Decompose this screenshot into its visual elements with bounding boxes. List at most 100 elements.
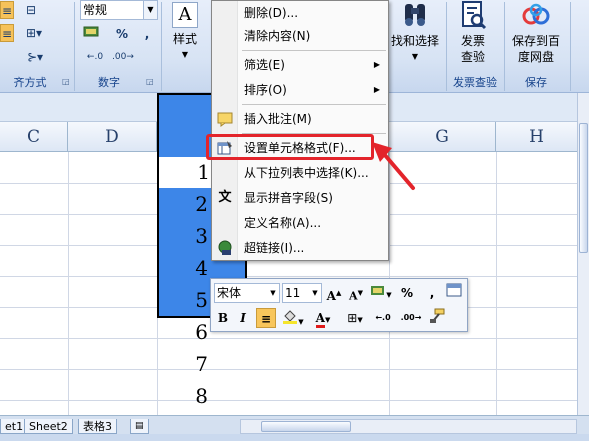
menu-item-delete[interactable]: 删除(D)... [212,2,388,24]
format-painter-icon[interactable] [427,308,447,328]
vertical-scrollbar[interactable] [577,93,589,415]
scroll-thumb[interactable] [579,123,588,253]
decimal-increase-icon[interactable]: ←.0 [371,308,395,328]
scroll-thumb[interactable] [261,421,351,432]
context-menu: 删除(D)... 清除内容(N) 筛选(E) ▶ 排序(O) ▶ 插入批注(M) 设… [211,0,389,261]
save-group-label: 保存 [525,76,547,89]
comment-icon [217,111,233,127]
find-select-button[interactable]: 找和选择 ▼ [388,0,442,65]
chevron-down-icon[interactable]: ▼ [143,1,157,19]
menu-item-label: 显示拼音字段(S) [244,191,333,205]
align-right-button[interactable]: ≡ [0,24,14,42]
grid-line [0,338,577,339]
cell-e6[interactable]: 6 [160,317,210,348]
group-separator [504,2,505,91]
percent-button[interactable]: % [399,283,415,303]
status-bar [0,434,589,441]
menu-item-show-phonetic[interactable]: 文 显示拼音字段(S) [212,187,388,209]
orientation-icon[interactable]: ⊱▾ [22,48,48,66]
menu-item-label: 定义名称(A)... [244,216,322,230]
menu-item-pick-from-list[interactable]: 从下拉列表中选择(K)... [212,162,388,184]
grid-line [0,276,577,277]
align-icon[interactable]: ⊟ [22,1,40,19]
font-size-combo[interactable]: 11 ▼ [282,283,322,303]
decimal-decrease-icon[interactable]: .00→ [399,308,423,328]
menu-item-filter[interactable]: 筛选(E) ▶ [212,54,388,76]
menu-item-label: 排序(O) [244,83,287,97]
bold-button[interactable]: B [214,308,232,328]
submenu-arrow-icon: ▶ [373,60,380,69]
menu-item-label: 从下拉列表中选择(K)... [244,166,369,180]
align-left-button[interactable]: ≡ [0,1,14,19]
invoice-check-label-line2: 查验 [460,50,485,64]
font-color-icon[interactable]: A▼ [310,308,336,328]
cell-e2[interactable]: 2 [160,189,210,220]
cell-e5[interactable]: 5 [160,285,210,316]
find-select-label: 找和选择 [390,34,439,48]
font-name-combo[interactable]: 宋体 ▼ [214,283,280,303]
annotation-arrow-icon [372,142,415,190]
fill-color-icon[interactable]: ▼ [280,308,306,328]
menu-item-sort[interactable]: 排序(O) ▶ [212,79,388,101]
cell-e4[interactable]: 4 [160,253,210,284]
phonetic-icon: 文 [218,190,232,205]
comma-button[interactable]: , [425,283,439,303]
increase-font-icon[interactable]: A▲ [324,283,344,303]
column-header-d[interactable]: D [68,122,157,152]
grid-line [0,400,577,401]
number-launcher-icon[interactable]: ◲ [146,77,155,86]
format-painter-grid-icon[interactable] [445,283,463,303]
insert-sheet-icon[interactable]: ▤ [130,419,149,434]
percent-button[interactable]: % [114,25,130,43]
menu-item-label: 超链接(I)... [244,241,305,255]
column-header-c[interactable]: C [0,122,68,152]
menu-item-label: 筛选(E) [244,58,285,72]
group-separator [570,2,571,91]
menu-separator [242,50,386,51]
merge-icon[interactable]: ⊞▾ [22,24,46,42]
mini-toolbar: 宋体 ▼ 11 ▼ A▲ A▼ ▼ % , B I ≡ ▼ A▼ ⊞▼ ←.0 … [210,278,468,332]
cell-e3[interactable]: 3 [160,221,210,252]
italic-button[interactable]: I [234,308,252,328]
menu-item-insert-comment[interactable]: 插入批注(M) [212,108,388,130]
decimal-decrease-icon[interactable]: .00→ [112,48,134,66]
alignment-launcher-icon[interactable]: ◲ [62,77,71,86]
sheet-tab-3[interactable]: 表格3 [78,419,117,434]
menu-separator [242,104,386,105]
decrease-font-icon[interactable]: A▼ [346,283,366,303]
currency-icon[interactable]: ▼ [368,283,394,303]
invoice-check-button[interactable]: 发票 查验 [450,0,496,65]
chevron-down-icon[interactable]: ▼ [309,284,321,302]
styles-button[interactable]: A 样式 ▼ [165,0,205,63]
horizontal-scrollbar[interactable] [240,419,577,434]
save-baidu-button[interactable]: 保存到百 度网盘 [506,0,566,65]
number-format-combo[interactable]: 常规 ▼ [80,0,158,20]
menu-item-define-name[interactable]: 定义名称(A)... [212,212,388,234]
alignment-group-label: 齐方式 [13,76,47,89]
group-separator [74,2,75,91]
invoice-search-icon [458,0,488,30]
column-header-h[interactable]: H [496,122,577,152]
align-center-button[interactable]: ≡ [256,308,276,328]
border-icon[interactable]: ⊞▼ [343,308,367,328]
currency-icon[interactable] [80,25,104,44]
font-size-value: 11 [285,286,301,300]
cell-e8[interactable]: 8 [160,381,210,412]
grid-line [0,369,577,370]
menu-item-clear-contents[interactable]: 清除内容(N) [212,25,388,47]
styles-icon: A [172,2,198,28]
decimal-increase-icon[interactable]: ←.0 [84,48,106,66]
binoculars-icon [400,0,430,30]
cell-e1[interactable]: 1 [159,157,212,188]
menu-item-hyperlink[interactable]: 超链接(I)... [212,237,388,259]
comma-button[interactable]: , [140,25,154,43]
invoice-group-label: 发票查验 [453,76,497,89]
menu-item-label: 删除(D)... [244,6,299,20]
highlight-box [206,134,374,160]
chevron-down-icon[interactable]: ▼ [267,284,279,302]
cell-e7[interactable]: 7 [160,349,210,380]
baidu-netdisk-icon [521,0,551,30]
number-format-value: 常规 [83,3,108,17]
submenu-arrow-icon: ▶ [373,85,380,94]
sheet-tab-2[interactable]: Sheet2 [24,419,73,434]
